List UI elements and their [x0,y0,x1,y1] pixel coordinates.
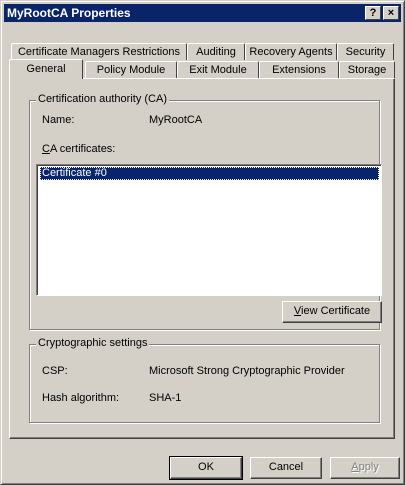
list-item[interactable]: Certificate #0 [40,167,379,180]
label-rest: A certificates: [49,143,116,155]
tab-label: General [26,63,66,75]
tab-label: Storage [347,64,387,76]
help-button[interactable]: ? [365,6,381,20]
hash-algorithm-label: Hash algorithm: [42,392,120,404]
view-certificate-button[interactable]: View Certificate [282,301,382,323]
button-label: iew Certificate [301,305,371,317]
close-icon: × [387,7,395,19]
apply-button[interactable]: Apply [330,457,400,479]
ca-certificates-label: CA certificates: [42,143,115,155]
tab-label: Policy Module [96,64,166,76]
title-bar[interactable]: MyRootCA Properties ? × [4,4,401,22]
crypto-group-legend: Cryptographic settings [36,337,150,349]
tab-policy-module[interactable]: Policy Module [85,61,177,78]
ok-button[interactable]: OK [169,456,243,480]
cancel-button[interactable]: Cancel [250,457,322,479]
tab-auditing[interactable]: Auditing [187,43,245,60]
button-label: OK [198,461,214,473]
button-label: Cancel [268,461,304,473]
properties-dialog: MyRootCA Properties ? × Certificate Mana… [0,0,405,485]
tab-label: Auditing [196,46,236,58]
ca-certificates-list[interactable]: Certificate #0 [36,164,382,296]
accelerator-key: C [42,143,50,155]
name-value: MyRootCA [149,114,203,126]
tab-label: Certificate Managers Restrictions [17,46,180,58]
ca-group-legend: Certification authority (CA) [36,93,169,105]
tab-label: Recovery Agents [249,46,333,58]
accelerator-key: V [293,305,302,317]
help-icon: ? [369,7,377,19]
tab-general[interactable]: General [9,59,83,79]
tab-exit-module[interactable]: Exit Module [177,61,259,78]
tab-certificate-managers-restrictions[interactable]: Certificate Managers Restrictions [11,43,187,60]
tab-security[interactable]: Security [337,43,394,60]
tab-label: Security [345,46,386,58]
tab-label: Exit Module [189,64,247,76]
name-label: Name: [42,114,75,126]
tab-label: Extensions [272,64,326,76]
tab-extensions[interactable]: Extensions [259,61,339,78]
accelerator-key: A [351,461,359,473]
hash-algorithm-value: SHA-1 [149,392,182,404]
button-label: pply [358,461,379,473]
tab-storage[interactable]: Storage [339,61,395,78]
csp-label: CSP: [42,365,68,377]
tab-recovery-agents[interactable]: Recovery Agents [245,43,337,60]
csp-value: Microsoft Strong Cryptographic Provider [149,365,345,377]
window-title: MyRootCA Properties [7,6,131,20]
crypto-group: Cryptographic settings [29,337,380,423]
close-button[interactable]: × [383,6,399,20]
